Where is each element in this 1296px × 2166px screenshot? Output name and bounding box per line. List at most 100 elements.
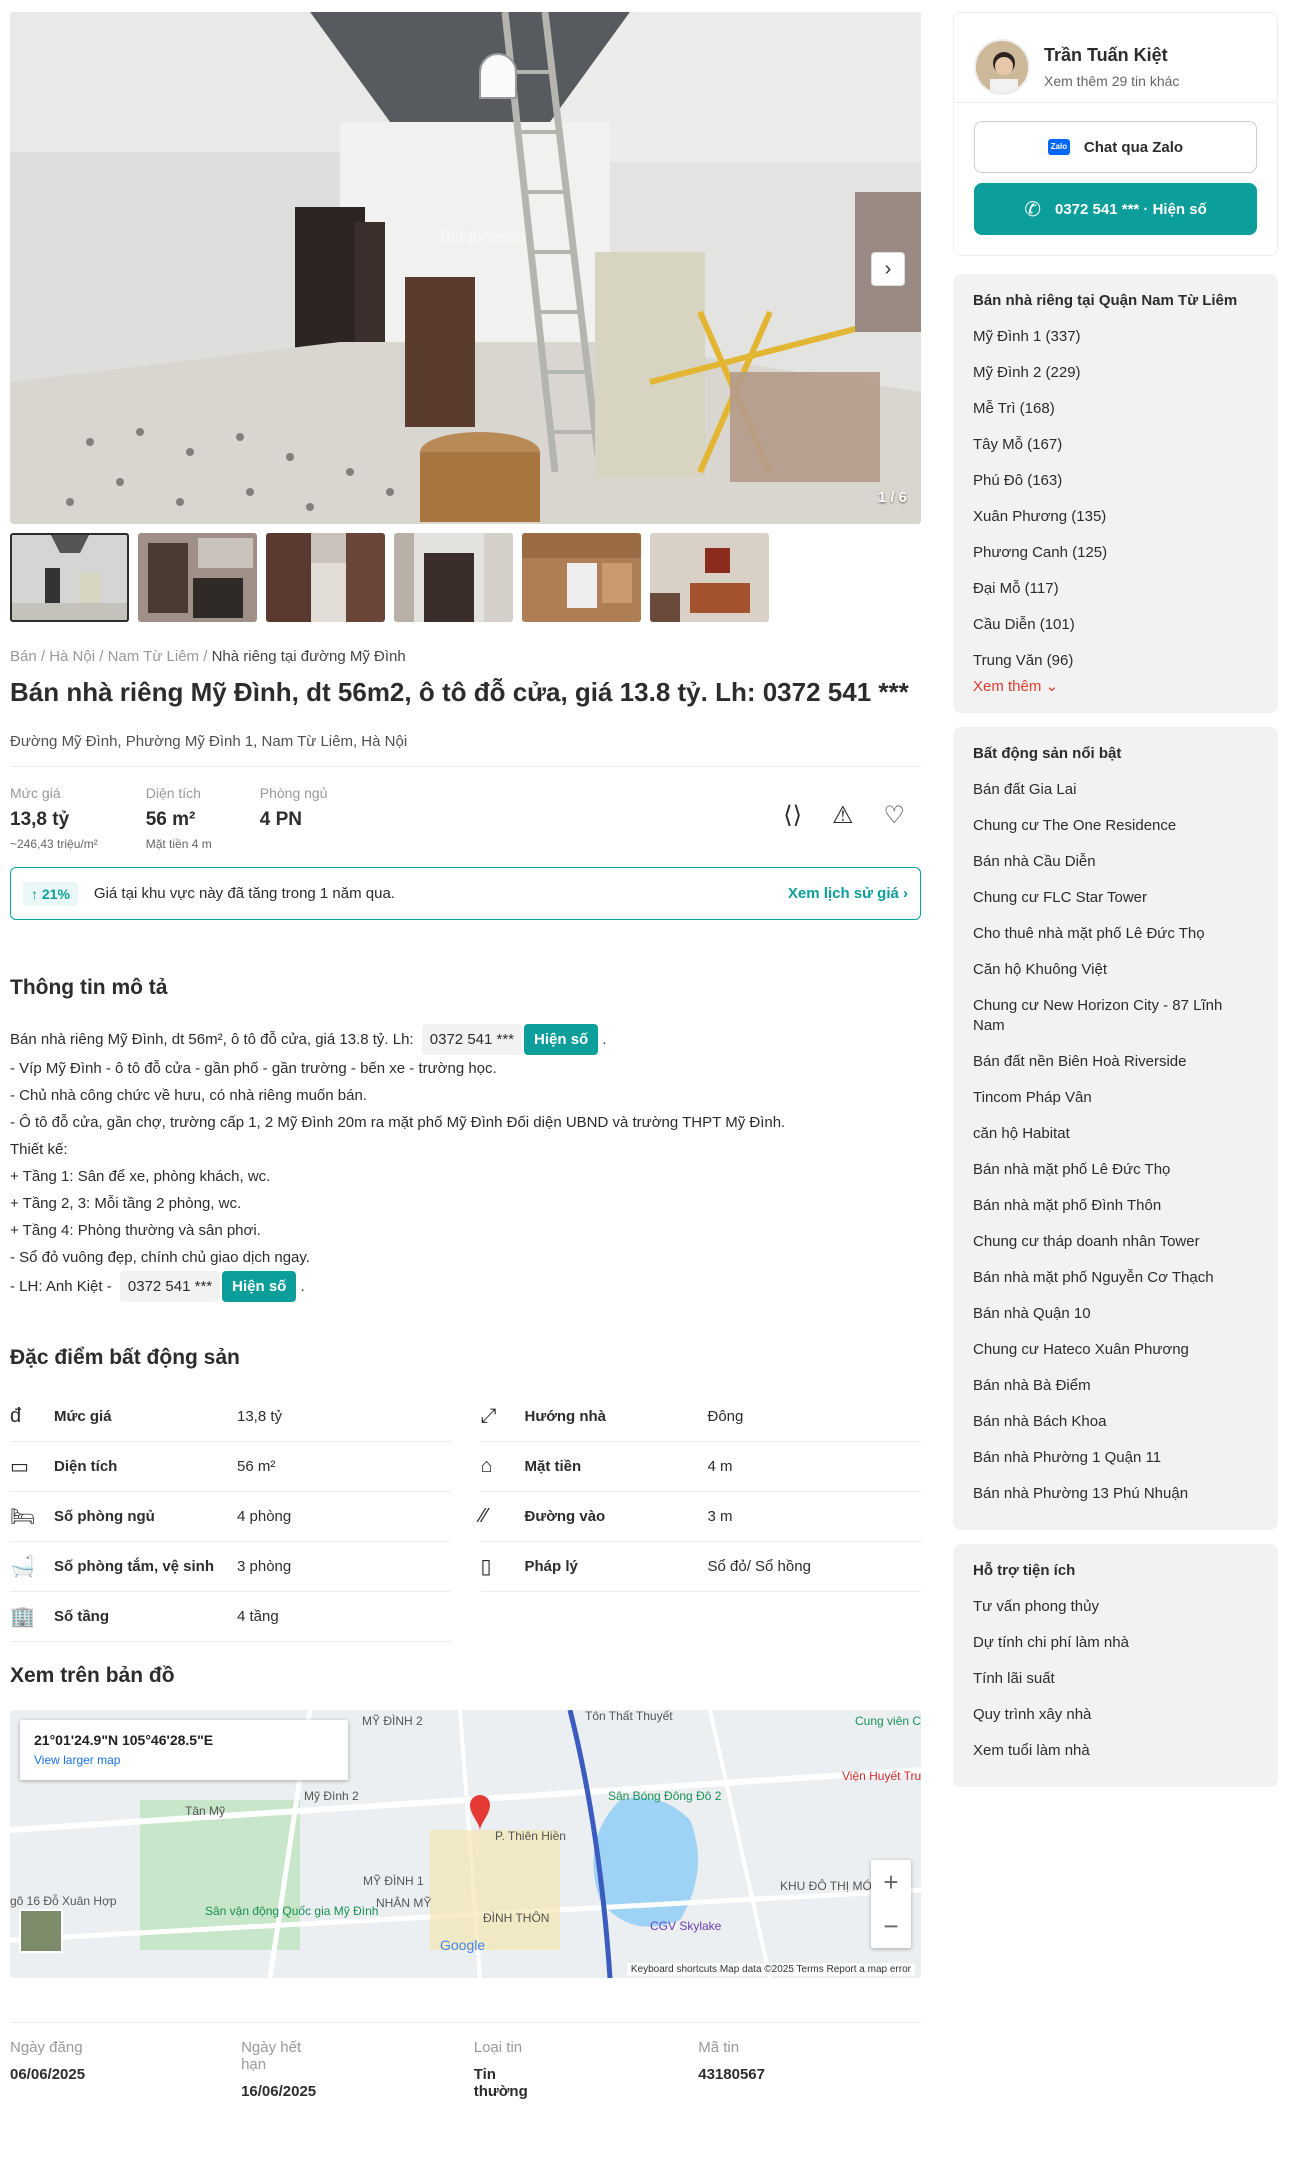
meta-label: Ngày hết hạn [241,2039,302,2073]
featured-link[interactable]: Chung cư Hateco Xuân Phương [973,1332,1258,1368]
map-footer[interactable]: Keyboard shortcuts Map data ©2025 Terms … [626,1963,915,1976]
feature-value: 13,8 tỷ [237,1408,283,1425]
district-link[interactable]: Mỹ Đình 2 (229) [973,355,1258,391]
price-history-link[interactable]: Xem lịch sử giá › [788,885,908,902]
featured-link[interactable]: Chung cư The One Residence [973,808,1258,844]
thumbnail[interactable] [394,533,513,622]
district-link[interactable]: Phương Canh (125) [973,535,1258,571]
tool-link[interactable]: Xem tuổi làm nhà [973,1733,1258,1769]
featured-link[interactable]: Bán nhà mặt phố Lê Đức Thọ [973,1152,1258,1188]
featured-link[interactable]: Bán đất nền Biên Hoà Riverside [973,1044,1258,1080]
map-label: P. Thiên Hiền [495,1829,566,1843]
share-icon[interactable]: ⟨⟩ [783,801,802,830]
featured-link[interactable]: Chung cư tháp doanh nhân Tower [973,1224,1258,1260]
map-label: NHÂN MỸ [376,1895,431,1910]
district-link[interactable]: Đại Mỗ (117) [973,571,1258,607]
zalo-icon: Zalo [1047,139,1070,155]
tool-link[interactable]: Quy trình xây nhà [973,1697,1258,1733]
map-label: CGV Skylake [650,1919,722,1933]
featured-link[interactable]: Cho thuê nhà mặt phố Lê Đức Thọ [973,916,1258,952]
thumbnail[interactable] [522,533,641,622]
featured-link[interactable]: Chung cư New Horizon City - 87 Lĩnh Nam [973,988,1258,1044]
featured-link[interactable]: Bán nhà Quận 10 [973,1296,1258,1332]
stat-value: 56 m² [145,809,196,830]
zoom-in-icon[interactable]: + [883,1867,898,1898]
chevron-right-icon[interactable]: › [871,252,905,286]
agent-header[interactable]: Trần Tuấn Kiệt Xem thêm 29 tin khác [954,13,1277,103]
features-table: đ Mức giá 13,8 tỷ ▭ Diện tích 56 m² 🛏 Số phòn… [10,1392,921,1642]
featured-link[interactable]: căn hộ Habitat [973,1116,1258,1152]
featured-link[interactable]: Tincom Pháp Vân [973,1080,1258,1116]
stat-area: Diện tích 56 m² Mặt tiền 4 m [146,785,212,867]
breadcrumb-item[interactable]: Hà Nội [49,648,95,665]
bath-icon: 🛁 [10,1556,35,1578]
feature-value: 4 phòng [237,1508,292,1525]
tool-link[interactable]: Tính lãi suất [973,1661,1258,1697]
featured-link[interactable]: Bán nhà Cầu Diễn [973,844,1258,880]
meta-item: Loại tin Tin thường [474,2039,621,2100]
show-phone-button[interactable]: ✆ 0372 541 *** · Hiện số [974,183,1257,235]
chat-zalo-button[interactable]: Zalo Chat qua Zalo [974,121,1257,173]
tools-panel: Hỗ trợ tiện ích Tư vấn phong thủy Dự tín… [953,1544,1278,1787]
district-link[interactable]: Trung Văn (96) [973,643,1258,679]
agent-more-listings[interactable]: Xem thêm 29 tin khác [1044,73,1179,89]
featured-link[interactable]: Bán nhà Bách Khoa [973,1404,1258,1440]
map-embed[interactable]: MỸ ĐÌNH 2 Mỹ Đình 2 Tôn Thất Thuyết Sân … [10,1710,921,1978]
description-line: Bán nhà riêng Mỹ Đình, dt 56m², ô tô đỗ … [10,1031,414,1048]
thumbnail[interactable] [650,533,769,622]
featured-link[interactable]: Bán nhà Phường 1 Quận 11 [973,1440,1258,1476]
featured-link[interactable]: Bán nhà Phường 13 Phú Nhuận [973,1476,1258,1512]
feature-key: Đường vào [524,1508,606,1525]
stat-label: Diện tích [145,785,201,801]
thumbnail[interactable] [138,533,257,622]
district-link[interactable]: Tây Mỗ (167) [973,427,1258,463]
heart-icon[interactable]: ♡ [883,801,905,830]
masked-phone: 0372 541 *** [119,1271,221,1302]
feature-value: 4 tầng [237,1608,279,1625]
stat-sub: ~246,43 triệu/m² [10,837,98,851]
show-phone-button[interactable]: Hiện số [524,1024,599,1055]
show-phone-button[interactable]: Hiện số [222,1271,297,1302]
meta-label: Loại tin [473,2039,523,2056]
meta-item: Ngày hết hạn 16/06/2025 [241,2039,396,2100]
district-link[interactable]: Mễ Trì (168) [973,391,1258,427]
featured-link[interactable]: Chung cư FLC Star Tower [973,880,1258,916]
map-label: Sân Bóng Đông Đô 2 [608,1789,722,1803]
featured-link[interactable]: Bán nhà mặt phố Nguyễn Cơ Thạch [973,1260,1258,1296]
breadcrumb-item[interactable]: Nam Từ Liêm [108,648,199,665]
district-link[interactable]: Cầu Diễn (101) [973,607,1258,643]
description-line: + Tầng 2, 3: Mỗi tầng 2 phòng, wc. [10,1195,242,1212]
featured-link[interactable]: Bán nhà mặt phố Đình Thôn [973,1188,1258,1224]
map-label: Tân Mỹ [185,1804,225,1818]
tool-link[interactable]: Tư vấn phong thủy [973,1589,1258,1625]
avatar[interactable] [974,38,1030,95]
sidebar: Trần Tuấn Kiệt Xem thêm 29 tin khác Zalo… [953,12,1278,1787]
show-more-link[interactable]: Xem thêm ⌄ [973,677,1258,695]
tool-link[interactable]: Dự tính chi phí làm nhà [973,1625,1258,1661]
featured-link[interactable]: Bán đất Gia Lai [973,772,1258,808]
featured-link[interactable]: Căn hộ Khuông Việt [973,952,1258,988]
features-right-column: ⤢ Hướng nhà Đông ⌂ Mặt tiền 4 m ⁄⁄ Đường vào 3… [480,1392,921,1642]
district-link[interactable]: Phú Đô (163) [973,463,1258,499]
report-icon[interactable]: ⚠ [832,801,854,830]
divider [10,2022,921,2023]
thumbnail[interactable] [266,533,385,622]
description-line: - Ô tô đỗ cửa, gần chợ, trường cấp 1, 2 … [10,1114,786,1131]
map-label: Cung viên Cầu Giấy [855,1714,921,1728]
breadcrumb-item[interactable]: Bán [10,648,37,665]
photo-watermark: Batdongsan [440,229,525,246]
view-larger-map-link[interactable]: View larger map [34,1753,334,1767]
breadcrumb-item[interactable]: Nhà riêng tại đường Mỹ Đình [212,648,406,665]
thumbnail[interactable] [10,533,129,622]
description-line: + Tầng 4: Phòng thường và sân phơi. [10,1222,261,1239]
district-link[interactable]: Mỹ Đình 1 (337) [973,319,1258,355]
zoom-out-icon[interactable]: − [883,1911,898,1942]
stat-rooms: Phòng ngủ 4 PN [260,785,328,867]
featured-link[interactable]: Bán nhà Bà Điểm [973,1368,1258,1404]
main-photo[interactable]: Batdongsan › 1 / 6 [10,12,921,524]
agent-name[interactable]: Trần Tuấn Kiệt [1044,45,1179,66]
key-stats: Mức giá 13,8 tỷ ~246,43 triệu/m² Diện tí… [10,785,921,867]
district-link[interactable]: Xuân Phương (135) [973,499,1258,535]
feature-value: 4 m [707,1458,733,1475]
map-label: gõ 16 Đỗ Xuân Hợp [10,1893,117,1908]
